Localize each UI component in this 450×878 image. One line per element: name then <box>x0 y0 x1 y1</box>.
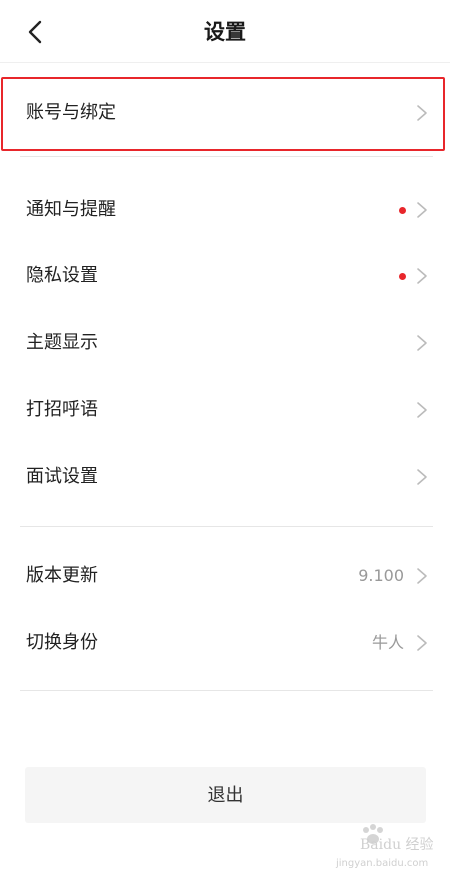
watermark-text: Baidu 经验 <box>360 837 434 853</box>
watermark-subtext: jingyan.baidu.com <box>336 858 429 869</box>
settings-item-theme[interactable]: 主题显示 <box>0 310 450 376</box>
highlight-box <box>1 77 445 151</box>
chevron-right-icon <box>417 202 427 218</box>
settings-item-notifications[interactable]: 通知与提醒 <box>0 177 450 243</box>
settings-item-switch-identity[interactable]: 切换身份 牛人 <box>0 610 450 676</box>
chevron-right-icon <box>417 568 427 584</box>
red-dot-badge <box>399 207 406 214</box>
settings-item-label: 隐私设置 <box>26 265 98 286</box>
settings-item-privacy[interactable]: 隐私设置 <box>0 243 450 309</box>
settings-item-label: 版本更新 <box>26 565 98 586</box>
logout-button[interactable]: 退出 <box>25 767 426 823</box>
watermark-logo: Baidu 经验 jingyan.baidu.com <box>326 820 436 874</box>
version-value: 9.100 <box>358 566 404 585</box>
chevron-right-icon <box>417 335 427 351</box>
chevron-right-icon <box>417 402 427 418</box>
section-divider <box>20 690 433 691</box>
settings-item-label: 面试设置 <box>26 466 98 487</box>
identity-value: 牛人 <box>371 633 404 652</box>
section-divider <box>20 156 433 157</box>
settings-item-interview[interactable]: 面试设置 <box>0 444 450 510</box>
page-title: 设置 <box>204 20 246 44</box>
settings-item-label: 通知与提醒 <box>26 199 116 220</box>
settings-item-greeting[interactable]: 打招呼语 <box>0 377 450 443</box>
settings-item-label: 主题显示 <box>26 332 98 353</box>
header-bar: 设置 <box>0 0 450 63</box>
section-divider <box>20 526 433 527</box>
chevron-right-icon <box>417 268 427 284</box>
settings-item-version-update[interactable]: 版本更新 9.100 <box>0 543 450 609</box>
settings-item-label: 切换身份 <box>26 632 98 653</box>
chevron-right-icon <box>417 635 427 651</box>
chevron-right-icon <box>417 469 427 485</box>
settings-item-label: 打招呼语 <box>26 399 98 420</box>
red-dot-badge <box>399 273 406 280</box>
